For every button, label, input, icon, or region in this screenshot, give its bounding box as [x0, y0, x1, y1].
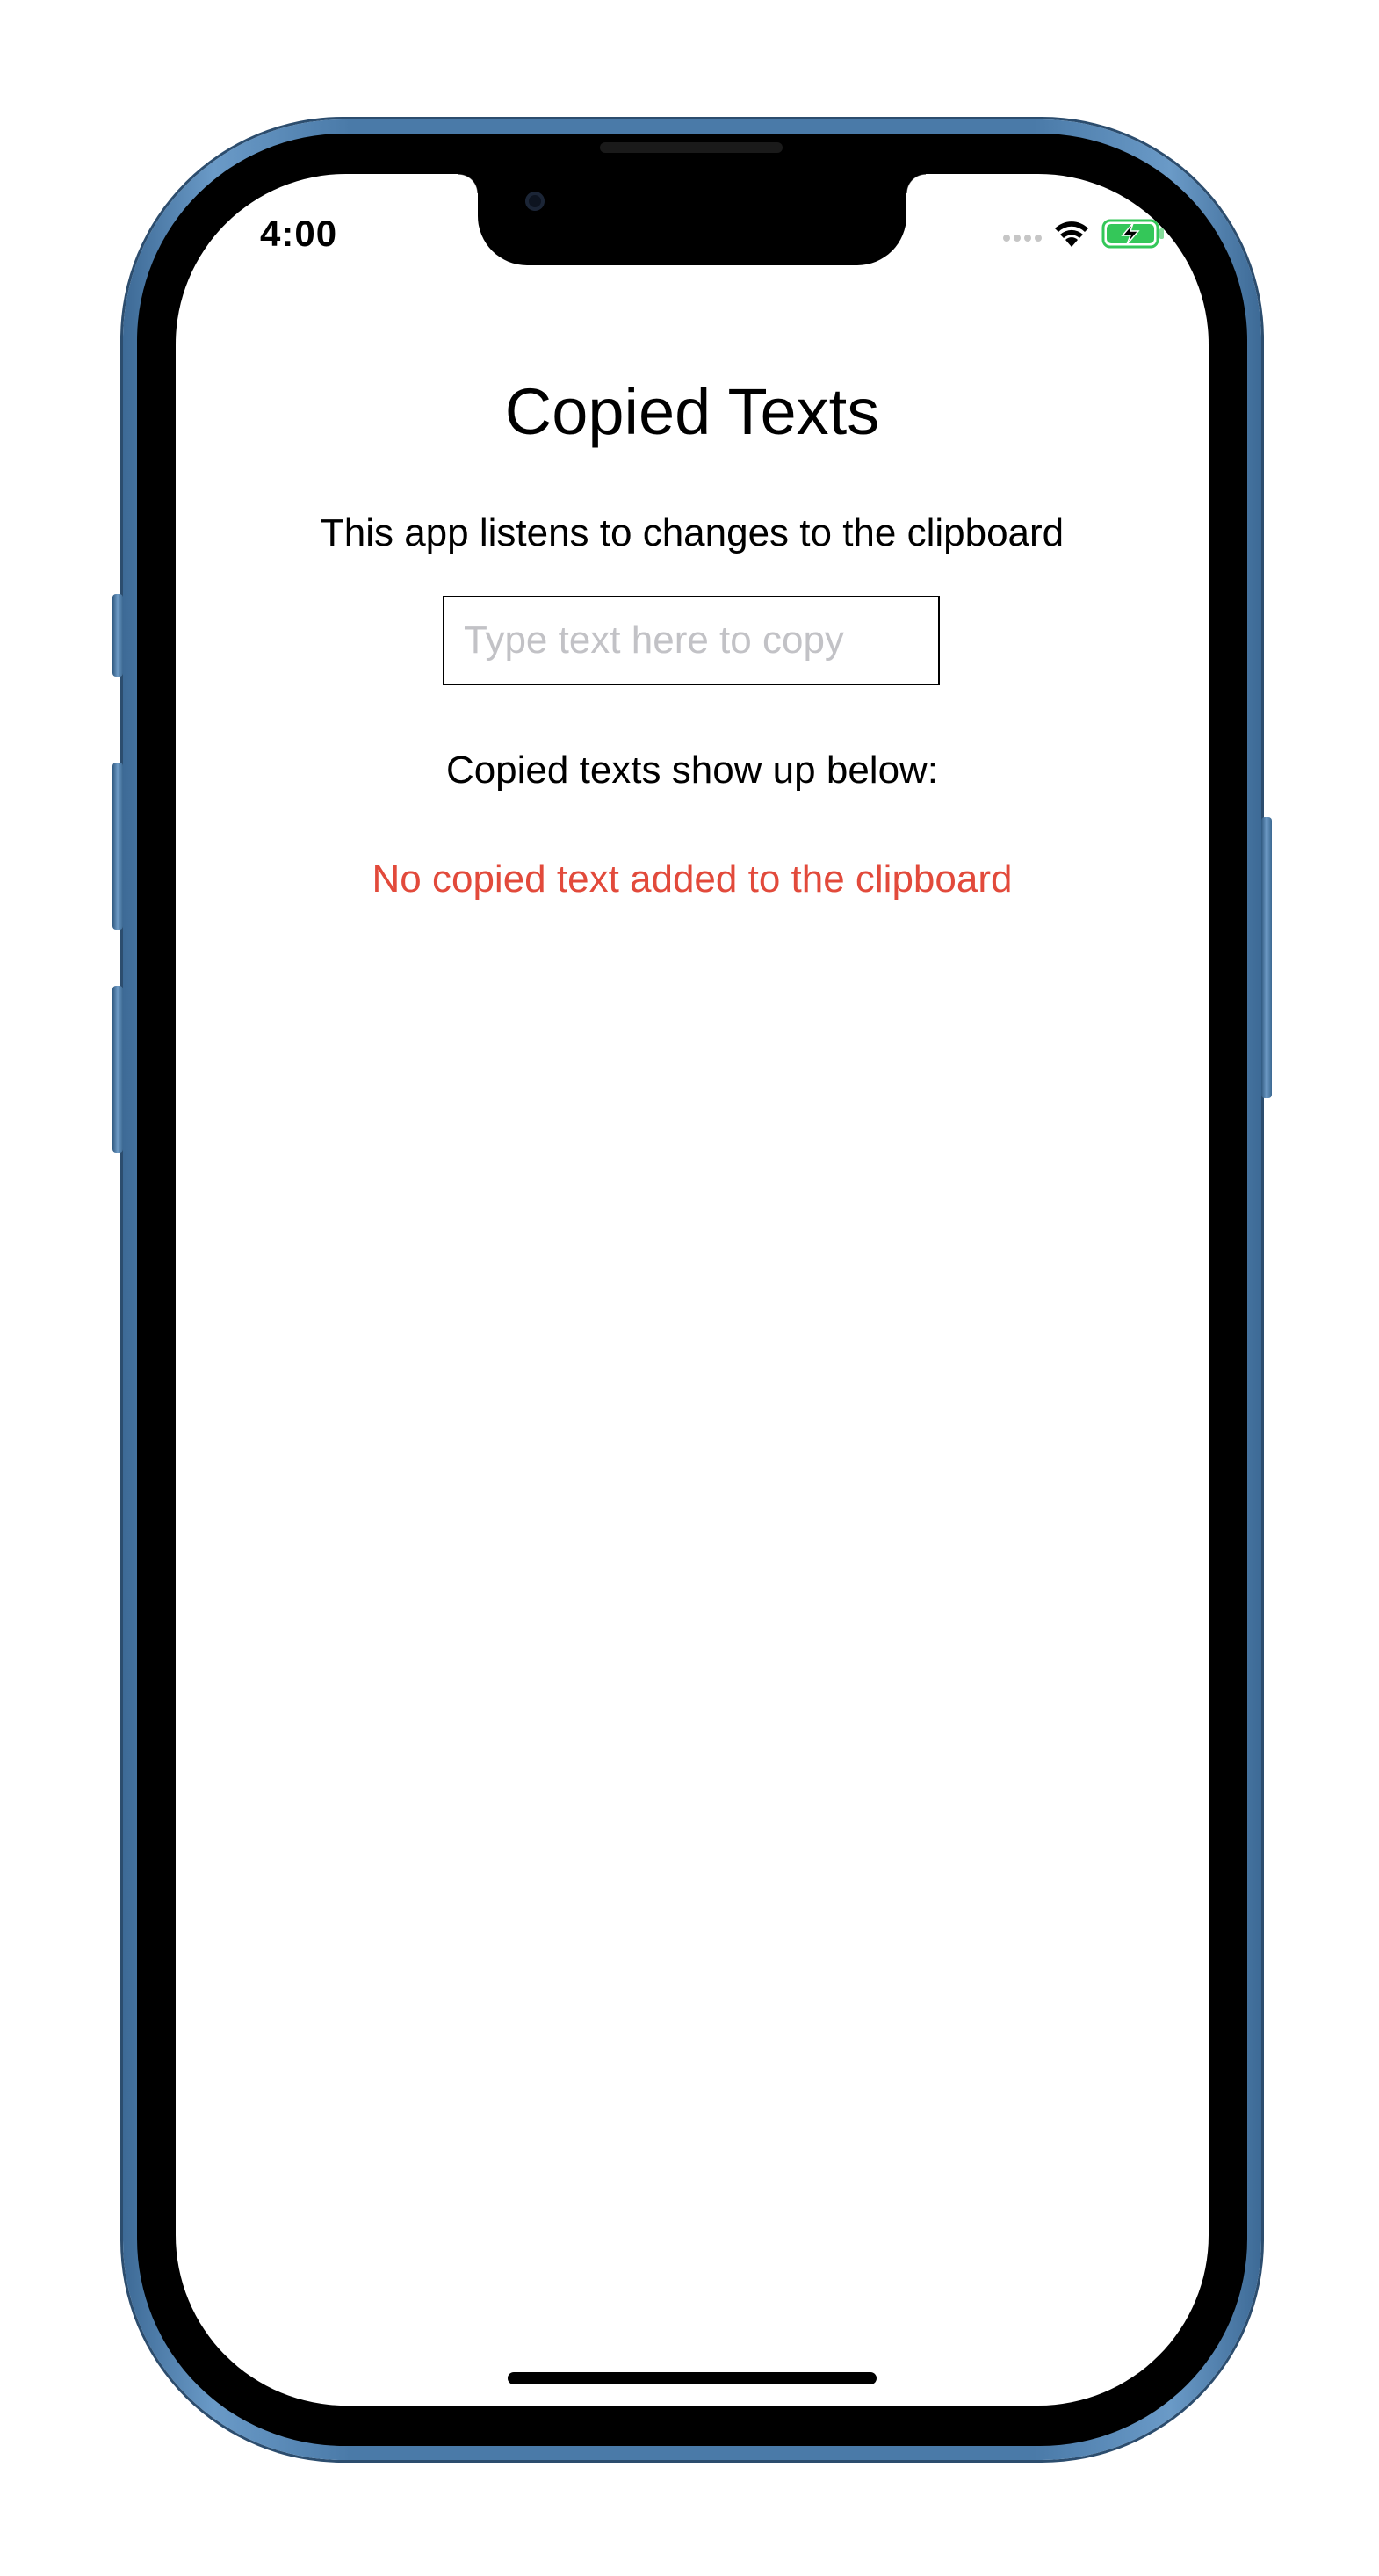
home-indicator[interactable]: [508, 2372, 877, 2384]
phone-screen: 4:00 Copied Texts This app listens to ch…: [176, 174, 1209, 2406]
device-stage: 4:00 Copied Texts This app listens to ch…: [0, 0, 1379, 2576]
app-content: Copied Texts This app listens to changes…: [176, 174, 1209, 2406]
volume-up-button: [112, 763, 123, 930]
empty-state-message: No copied text added to the clipboard: [372, 857, 1013, 901]
power-button: [1261, 817, 1272, 1098]
silent-switch: [112, 594, 123, 677]
copied-texts-label: Copied texts show up below:: [445, 749, 939, 792]
volume-down-button: [112, 986, 123, 1153]
page-title: Copied Texts: [504, 375, 880, 448]
copy-text-input[interactable]: [443, 596, 940, 685]
earpiece-speaker: [600, 142, 783, 153]
page-subtitle: This app listens to changes to the clipb…: [320, 511, 1065, 554]
